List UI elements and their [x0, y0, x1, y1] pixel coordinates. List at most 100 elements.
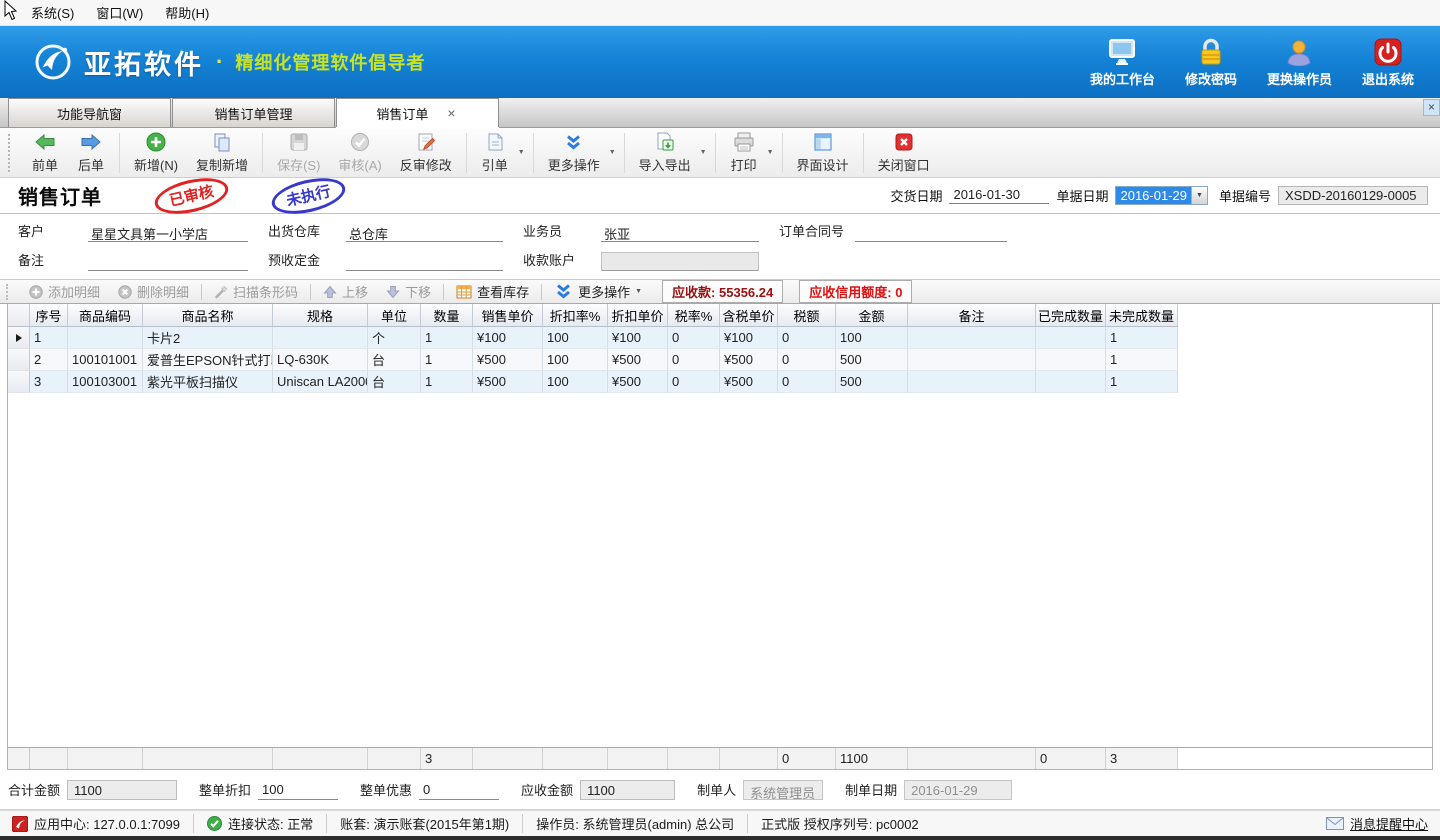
move-down-button[interactable]: 下移	[377, 281, 440, 303]
system-menu[interactable]: 系统(S)	[20, 0, 85, 25]
table-row[interactable]: 3100103001紫光平板扫描仪Uniscan LA2000台1¥500100…	[8, 371, 1432, 393]
row-1-cell-6[interactable]: 1	[421, 327, 473, 349]
window-menu[interactable]: 窗口(W)	[85, 0, 154, 25]
contract-no-field[interactable]	[855, 223, 1007, 242]
row-1-cell-11[interactable]: ¥100	[720, 327, 778, 349]
row-2-cell-12[interactable]: 0	[778, 349, 836, 371]
row-3-cell-5[interactable]: 台	[368, 371, 421, 393]
close-window-button[interactable]: 关闭窗口	[869, 129, 939, 177]
row-2-cell-10[interactable]: 0	[668, 349, 720, 371]
next-doc-button[interactable]: 后单	[68, 129, 114, 177]
row-2-cell-4[interactable]: LQ-630K	[273, 349, 368, 371]
warehouse-field[interactable]: 总仓库	[346, 223, 503, 242]
row-2-cell-2[interactable]: 100101001	[68, 349, 143, 371]
customer-field[interactable]: 星星文具第一小学店	[88, 223, 248, 242]
row-2-cell-14[interactable]	[908, 349, 1036, 371]
detail-more-actions-button[interactable]: 更多操作	[545, 281, 639, 303]
row-3-cell-10[interactable]: 0	[668, 371, 720, 393]
row-1-cell-4[interactable]	[273, 327, 368, 349]
switch-operator-button[interactable]: 更换操作员	[1267, 36, 1332, 88]
column-header-10[interactable]: 税率%	[668, 304, 720, 327]
column-header-9[interactable]: 折扣单价	[608, 304, 668, 327]
row-2-cell-8[interactable]: 100	[543, 349, 608, 371]
move-up-button[interactable]: 上移	[314, 281, 377, 303]
row-1-cell-10[interactable]: 0	[668, 327, 720, 349]
table-row[interactable]: 2100101001爱普生EPSON针式打印LQ-630K台1¥500100¥5…	[8, 349, 1432, 371]
delivery-date-field[interactable]: 2016-01-30	[949, 187, 1049, 204]
row-3-cell-7[interactable]: ¥500	[473, 371, 543, 393]
row-3-cell-3[interactable]: 紫光平板扫描仪	[143, 371, 273, 393]
prev-doc-button[interactable]: 前单	[22, 129, 68, 177]
row-2-cell-13[interactable]: 500	[836, 349, 908, 371]
tab-sales-order[interactable]: 销售订单×	[336, 98, 499, 127]
row-1-cell-5[interactable]: 个	[368, 327, 421, 349]
save-button[interactable]: 保存(S)	[268, 129, 329, 177]
column-header-5[interactable]: 单位	[368, 304, 421, 327]
delete-detail-button[interactable]: 删除明细	[109, 281, 198, 303]
order-rebate-field[interactable]: 0	[419, 780, 499, 800]
row-2-cell-9[interactable]: ¥500	[608, 349, 668, 371]
row-3-cell-2[interactable]: 100103001	[68, 371, 143, 393]
add-detail-button[interactable]: 添加明细	[20, 281, 109, 303]
row-3-cell-12[interactable]: 0	[778, 371, 836, 393]
remark-field[interactable]	[88, 252, 248, 271]
row-1-cell-15[interactable]	[1036, 327, 1106, 349]
column-header-1[interactable]: 序号	[30, 304, 68, 327]
salesman-field[interactable]: 张亚	[601, 223, 759, 242]
help-menu[interactable]: 帮助(H)	[154, 0, 220, 25]
row-2-cell-1[interactable]: 2	[30, 349, 68, 371]
new-button[interactable]: 新增(N)	[125, 129, 187, 177]
import-export-button[interactable]: 导入导出	[630, 129, 700, 177]
row-2-cell-3[interactable]: 爱普生EPSON针式打印	[143, 349, 273, 371]
pull-order-button[interactable]: 引单	[472, 129, 518, 177]
row-1-cell-16[interactable]: 1	[1106, 327, 1178, 349]
column-header-14[interactable]: 备注	[908, 304, 1036, 327]
column-header-3[interactable]: 商品名称	[143, 304, 273, 327]
print-button[interactable]: 打印	[721, 129, 767, 177]
change-password-button[interactable]: 修改密码	[1185, 36, 1237, 88]
scan-barcode-button[interactable]: 扫描条形码	[205, 281, 307, 303]
bill-date-dropdown-icon[interactable]: ▼	[1191, 187, 1207, 204]
column-header-2[interactable]: 商品编码	[68, 304, 143, 327]
column-header-12[interactable]: 税额	[778, 304, 836, 327]
row-3-cell-13[interactable]: 500	[836, 371, 908, 393]
dropdown-arrow-icon[interactable]: ▼	[635, 288, 642, 295]
more-actions-button[interactable]: 更多操作	[539, 129, 609, 177]
row-3-cell-11[interactable]: ¥500	[720, 371, 778, 393]
reverse-audit-button[interactable]: 反审修改	[391, 129, 461, 177]
row-1-cell-2[interactable]	[68, 327, 143, 349]
tab-close-icon[interactable]: ×	[444, 105, 458, 121]
view-stock-button[interactable]: 查看库存	[447, 281, 538, 303]
audit-button[interactable]: 审核(A)	[329, 129, 390, 177]
row-1-cell-9[interactable]: ¥100	[608, 327, 668, 349]
column-header-6[interactable]: 数量	[421, 304, 473, 327]
row-1-cell-7[interactable]: ¥100	[473, 327, 543, 349]
tab-sales-order-management[interactable]: 销售订单管理	[172, 98, 335, 127]
row-1-cell-14[interactable]	[908, 327, 1036, 349]
row-3-cell-16[interactable]: 1	[1106, 371, 1178, 393]
message-center-link[interactable]: 消息提醒中心	[1326, 814, 1428, 833]
column-header-15[interactable]: 已完成数量	[1036, 304, 1106, 327]
tabstrip-close-button[interactable]: ×	[1423, 99, 1440, 116]
column-header-13[interactable]: 金额	[836, 304, 908, 327]
row-2-cell-16[interactable]: 1	[1106, 349, 1178, 371]
row-1-cell-1[interactable]: 1	[30, 327, 68, 349]
copy-new-button[interactable]: 复制新增	[187, 129, 257, 177]
tab-function-nav[interactable]: 功能导航窗	[8, 98, 171, 127]
row-3-cell-6[interactable]: 1	[421, 371, 473, 393]
order-discount-field[interactable]: 100	[258, 780, 338, 800]
deposit-field[interactable]	[346, 252, 503, 271]
bill-date-field[interactable]: 2016-01-29 ▼	[1115, 186, 1208, 205]
column-header-4[interactable]: 规格	[273, 304, 368, 327]
row-1-cell-12[interactable]: 0	[778, 327, 836, 349]
dropdown-arrow-icon[interactable]: ▼	[609, 149, 616, 156]
row-3-cell-1[interactable]: 3	[30, 371, 68, 393]
row-1-cell-8[interactable]: 100	[543, 327, 608, 349]
row-1-cell-3[interactable]: 卡片2	[143, 327, 273, 349]
exit-system-button[interactable]: 退出系统	[1362, 36, 1414, 88]
row-2-cell-5[interactable]: 台	[368, 349, 421, 371]
column-header-16[interactable]: 未完成数量	[1106, 304, 1178, 327]
column-header-11[interactable]: 含税单价	[720, 304, 778, 327]
ui-design-button[interactable]: 界面设计	[788, 129, 858, 177]
row-2-cell-11[interactable]: ¥500	[720, 349, 778, 371]
